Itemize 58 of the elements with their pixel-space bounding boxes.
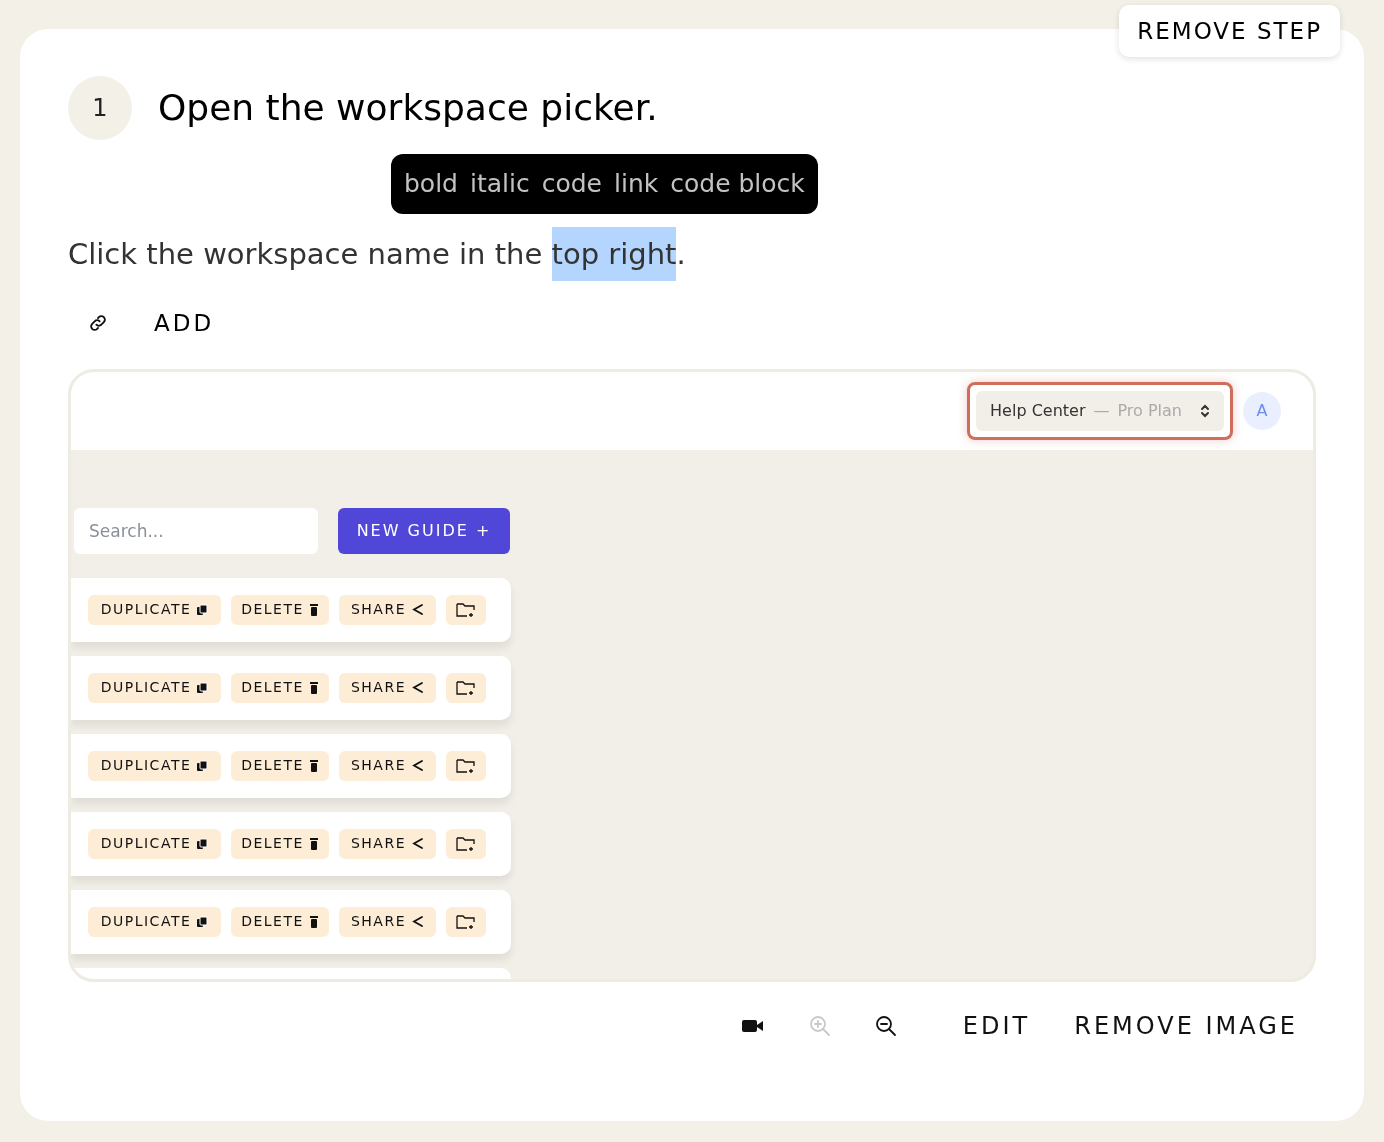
trash-icon [308,837,319,850]
add-button[interactable]: ADD [154,306,215,341]
copy-icon [196,915,209,928]
format-option[interactable]: code [541,165,602,203]
row-action-button[interactable]: DELETE [231,672,329,703]
toolbar-text-button[interactable]: REMOVE IMAGE [1074,1007,1298,1044]
folder-plus-icon [456,835,476,852]
row-action-button[interactable]: DELETE [231,750,329,781]
folder-add-button[interactable] [446,750,486,781]
trash-icon [308,681,319,694]
copy-icon [196,603,209,616]
chevron-updown-icon [1200,402,1210,419]
trash-icon [308,603,319,616]
row-action-button[interactable]: SHARE [339,750,436,781]
workspace-picker[interactable]: Help Center — Pro Plan [976,390,1224,431]
row-action-button[interactable]: DELETE [231,828,329,859]
row-action-button[interactable]: DUPLICATE [88,672,221,703]
trash-icon [308,759,319,772]
row-action-button[interactable]: SHARE [339,594,436,625]
copy-icon [196,759,209,772]
format-option[interactable]: link [614,165,659,203]
new-guide-button[interactable]: NEW GUIDE + [338,507,510,554]
folder-plus-icon [456,913,476,930]
share-icon [411,603,425,616]
row-action-button[interactable]: DELETE [231,906,329,937]
row-action-button[interactable]: SHARE [339,828,436,859]
link-icon[interactable] [88,313,108,334]
format-option[interactable]: code block [670,165,805,203]
share-icon [411,759,425,772]
folder-add-button[interactable] [446,906,486,937]
trash-icon [308,915,319,928]
copy-icon [196,837,209,850]
row-action-button[interactable]: DUPLICATE [88,828,221,859]
row-action-button[interactable]: DELETE [231,594,329,625]
format-option[interactable]: italic [470,165,530,203]
folder-add-button[interactable] [446,828,486,859]
instruction-text: Click the workspace name in the top right. [68,226,1316,282]
zoom-out-icon[interactable] [874,1014,897,1037]
share-icon [411,915,425,928]
remove-step-button[interactable]: REMOVE STEP [1119,5,1340,57]
row-action-button[interactable]: DUPLICATE [88,594,221,625]
copy-icon [196,681,209,694]
share-icon [411,681,425,694]
share-icon [411,837,425,850]
folder-plus-icon [456,757,476,774]
step-title: Open the workspace picker. [158,86,658,130]
row-action-button[interactable]: SHARE [339,906,436,937]
toolbar-text-button[interactable]: EDIT [962,1007,1031,1044]
row-action-button[interactable]: DUPLICATE [88,906,221,937]
row-action-button[interactable]: DUPLICATE [88,750,221,781]
format-option[interactable]: bold [404,165,458,203]
search-field[interactable]: Search... [74,507,318,554]
row-action-button[interactable]: SHARE [339,672,436,703]
step-number: 1 [68,76,132,140]
folder-add-button[interactable] [446,594,486,625]
folder-plus-icon [456,679,476,696]
folder-plus-icon [456,601,476,618]
folder-add-button[interactable] [446,672,486,703]
